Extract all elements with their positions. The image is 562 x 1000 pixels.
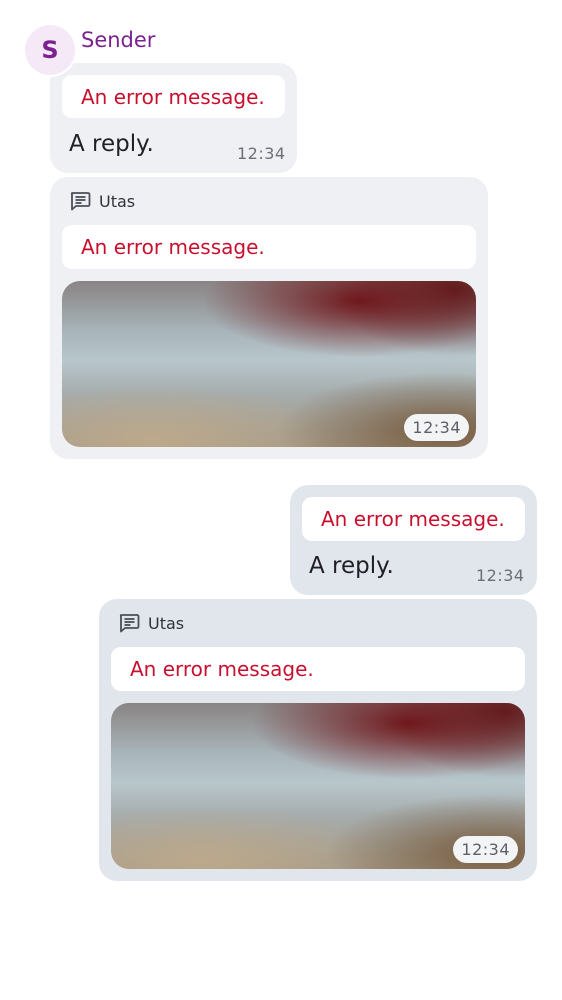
media-image[interactable]: 12:34 — [62, 281, 476, 447]
thread-label: Utas — [148, 613, 185, 633]
sender-avatar[interactable]: S — [25, 25, 75, 75]
outgoing-thread-bubble[interactable]: Utas An error message. 12:34 — [99, 599, 537, 881]
reply-text: A reply. — [69, 131, 154, 157]
thread-error-message[interactable]: An error message. — [62, 225, 476, 269]
incoming-reply-bubble[interactable]: An error message. A reply. 12:34 — [50, 63, 297, 173]
sender-name[interactable]: Sender — [81, 28, 155, 52]
message-timestamp: 12:34 — [237, 144, 286, 163]
reply-error-message[interactable]: An error message. — [302, 497, 525, 541]
media-timestamp: 12:34 — [404, 414, 469, 441]
thread-label: Utas — [99, 191, 136, 211]
message-lines-icon — [118, 613, 140, 633]
message-timestamp: 12:34 — [476, 566, 525, 585]
thread-indicator[interactable]: Utas — [69, 191, 135, 211]
message-lines-icon — [69, 191, 91, 211]
outgoing-reply-bubble[interactable]: An error message. A reply. 12:34 — [290, 485, 537, 595]
media-timestamp: 12:34 — [453, 836, 518, 863]
thread-indicator[interactable]: Utas — [118, 613, 184, 633]
reply-text: A reply. — [309, 553, 394, 579]
thread-error-message[interactable]: An error message. — [111, 647, 525, 691]
reply-error-message[interactable]: An error message. — [62, 75, 285, 118]
incoming-thread-bubble[interactable]: Utas An error message. 12:34 — [50, 177, 488, 459]
media-image[interactable]: 12:34 — [111, 703, 525, 869]
